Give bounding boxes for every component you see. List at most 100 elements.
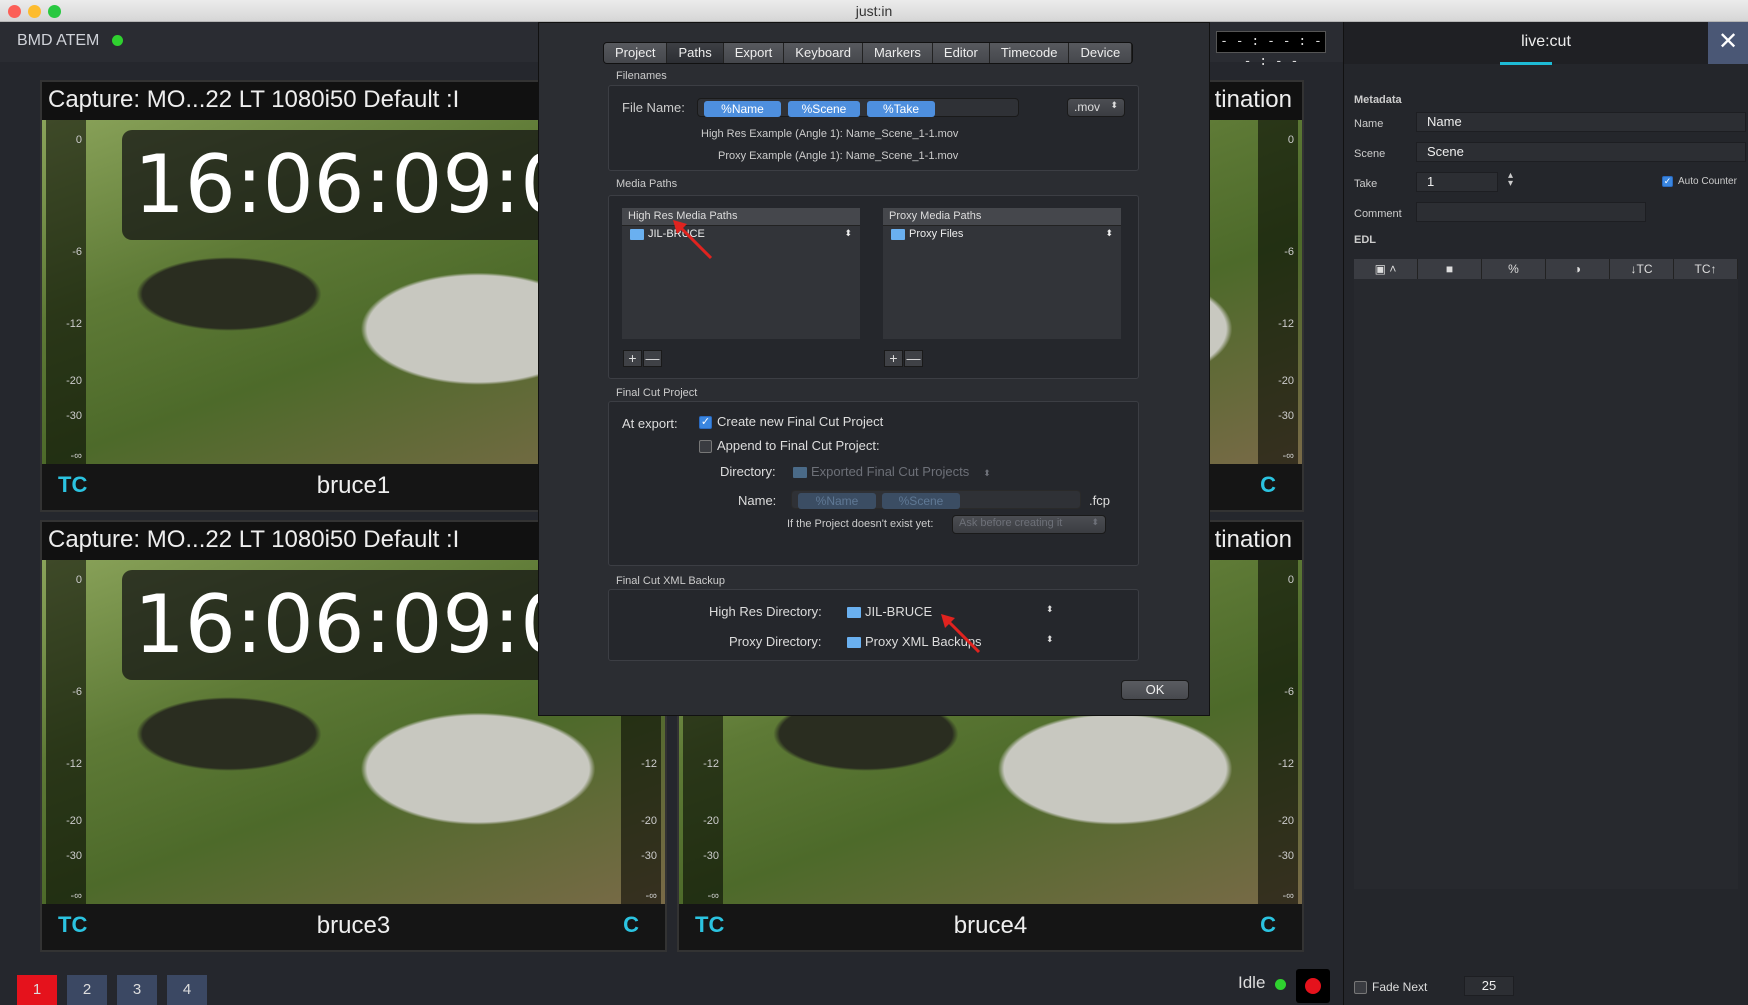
tab-markers[interactable]: Markers <box>862 43 933 63</box>
comment-field[interactable] <box>1416 202 1646 222</box>
popup-arrows-icon: ⬍ <box>1091 517 1099 527</box>
tab-device[interactable]: Device <box>1069 43 1133 63</box>
edl-col-tc-in[interactable]: ↓TC <box>1610 259 1674 279</box>
fade-duration-field[interactable]: 25 <box>1464 976 1514 996</box>
close-panel-button[interactable]: ✕ <box>1708 22 1748 64</box>
take-label: Take <box>1354 178 1378 190</box>
token-scene[interactable]: %Scene <box>788 101 860 117</box>
remove-proxy-path-button[interactable]: — <box>904 350 923 367</box>
checkbox-icon <box>699 440 712 454</box>
panel-header: live:cut ✕ <box>1344 22 1748 65</box>
camera-button-2[interactable]: 2 <box>67 975 107 1005</box>
metadata-heading: Metadata <box>1354 94 1402 106</box>
record-button[interactable] <box>1296 969 1330 1003</box>
check-icon: ✓ <box>699 416 712 430</box>
folder-icon <box>630 228 644 240</box>
tab-timecode[interactable]: Timecode <box>989 43 1070 63</box>
high-res-example: High Res Example (Angle 1): Name_Scene_1… <box>701 128 959 140</box>
folder-icon <box>847 607 861 619</box>
add-proxy-path-button[interactable]: + <box>884 350 903 367</box>
edl-list[interactable] <box>1354 279 1738 889</box>
meter-tick: -6 <box>1284 686 1294 698</box>
meter-tick: 0 <box>1287 574 1294 586</box>
high-res-paths-header: High Res Media Paths <box>622 208 860 226</box>
tab-editor[interactable]: Editor <box>932 43 990 63</box>
check-icon: ✓ <box>1662 176 1673 187</box>
edl-col-fade[interactable]: ◑ <box>1546 259 1610 279</box>
meter-tick: -6 <box>1284 246 1294 258</box>
tile-clock: 16:06:09:0 <box>122 130 571 240</box>
preferences-tabs: Project Paths Export Keyboard Markers Ed… <box>603 42 1134 64</box>
meter-tick: -12 <box>1278 318 1294 330</box>
camera-button-4[interactable]: 4 <box>167 975 207 1005</box>
panel-tab-livecut[interactable]: live:cut <box>1344 22 1748 62</box>
name-field[interactable]: Name <box>1416 112 1746 132</box>
popup-arrows-icon: ⬍ <box>844 228 852 238</box>
connection-status-icon <box>111 35 123 47</box>
token-name[interactable]: %Name <box>704 101 781 117</box>
zoom-window-button[interactable] <box>48 5 61 18</box>
create-new-checkbox[interactable]: ✓ Create new Final Cut Project <box>699 414 883 430</box>
fade-next-checkbox[interactable]: Fade Next <box>1354 980 1427 995</box>
minimize-window-button[interactable] <box>28 5 41 18</box>
preferences-dialog: Project Paths Export Keyboard Markers Ed… <box>538 22 1210 716</box>
close-window-button[interactable] <box>8 5 21 18</box>
tab-keyboard[interactable]: Keyboard <box>784 43 863 63</box>
scene-label: Scene <box>1354 148 1386 160</box>
high-res-paths-list[interactable]: High Res Media Paths JIL-BRUCE ⬍ <box>622 208 860 339</box>
take-field[interactable]: 1 <box>1416 172 1498 192</box>
scene-field[interactable]: Scene <box>1416 142 1746 162</box>
remove-high-res-path-button[interactable]: — <box>643 350 662 367</box>
meter-tick: -20 <box>66 375 82 387</box>
meter-tick: 0 <box>75 134 82 146</box>
camera-button-1[interactable]: 1 <box>17 975 57 1005</box>
directory-select[interactable]: Exported Final Cut Projects ⬍ <box>793 464 991 479</box>
edl-heading: EDL <box>1354 234 1376 246</box>
at-export-label: At export: <box>622 416 678 431</box>
status-indicator-icon <box>1275 979 1286 990</box>
proxy-paths-list[interactable]: Proxy Media Paths Proxy Files ⬍ <box>883 208 1121 339</box>
filenames-box: File Name: %Name %Scene %Take .mov ⬍ High… <box>608 85 1139 171</box>
edl-col-calendar[interactable]: ▣ ˄ <box>1354 259 1418 279</box>
meter-tick: -∞ <box>70 450 82 462</box>
meter-tick: -30 <box>641 850 657 862</box>
not-exist-select[interactable]: Ask before creating it ⬍ <box>952 515 1106 534</box>
camera-button-3[interactable]: 3 <box>117 975 157 1005</box>
edl-col-tc-out[interactable]: TC↑ <box>1674 259 1738 279</box>
media-paths-box: High Res Media Paths JIL-BRUCE ⬍ Proxy Me… <box>608 195 1139 379</box>
device-name: BMD ATEM <box>17 32 100 49</box>
take-stepper[interactable]: ▴ ▾ <box>1508 171 1513 189</box>
proxy-path-item[interactable]: Proxy Files ⬍ <box>883 226 1121 244</box>
edl-col-percent[interactable]: % <box>1482 259 1546 279</box>
token-take[interactable]: %Take <box>867 101 935 117</box>
audio-meter: 0 -6 -12 -20 -30 -∞ <box>46 560 86 908</box>
meter-tick: -30 <box>66 410 82 422</box>
meter-tick: -12 <box>66 318 82 330</box>
meter-tick: -12 <box>703 758 719 770</box>
directory-label: Directory: <box>720 464 776 479</box>
token-name-disabled: %Name <box>798 493 876 509</box>
filenames-section-title: Filenames <box>616 70 667 82</box>
tab-project[interactable]: Project <box>604 43 668 63</box>
extension-select[interactable]: .mov ⬍ <box>1067 98 1125 117</box>
tab-export[interactable]: Export <box>723 43 785 63</box>
high-res-path-item[interactable]: JIL-BRUCE ⬍ <box>622 226 860 244</box>
proxy-paths-header: Proxy Media Paths <box>883 208 1121 226</box>
c-indicator: C <box>623 912 639 937</box>
auto-counter-checkbox[interactable]: ✓ Auto Counter <box>1662 176 1737 187</box>
camera-icon: ■ <box>1445 262 1454 276</box>
meter-tick: -∞ <box>645 890 657 902</box>
popup-arrows-icon[interactable]: ⬍ <box>1046 604 1054 615</box>
meter-tick: -20 <box>1278 375 1294 387</box>
tab-paths[interactable]: Paths <box>667 43 724 63</box>
tile-footer: TC bruce3 C <box>42 904 665 950</box>
ok-button[interactable]: OK <box>1121 680 1189 700</box>
append-checkbox[interactable]: Append to Final Cut Project: <box>699 438 880 454</box>
popup-arrows-icon[interactable]: ⬍ <box>1046 634 1054 645</box>
meter-tick: -6 <box>72 686 82 698</box>
add-high-res-path-button[interactable]: + <box>623 350 642 367</box>
proxy-example: Proxy Example (Angle 1): Name_Scene_1-1.… <box>718 150 959 162</box>
edl-col-camera[interactable]: ■ <box>1418 259 1482 279</box>
fade-icon: ◑ <box>1573 262 1582 276</box>
calendar-icon: ▣ ˄ <box>1374 262 1397 276</box>
